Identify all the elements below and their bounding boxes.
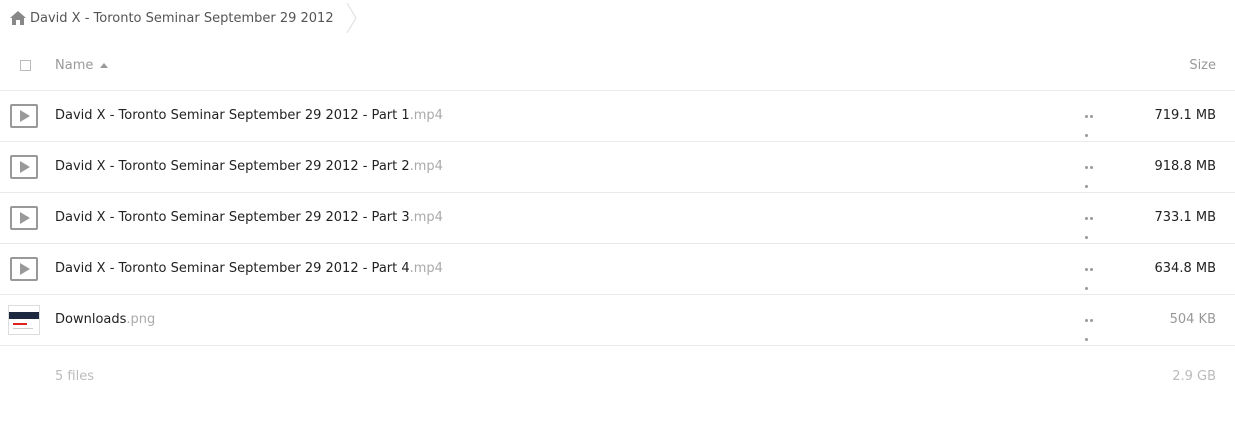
file-row[interactable]: David X - Toronto Seminar September 29 2… [0, 91, 1235, 142]
more-actions-icon[interactable] [1085, 217, 1099, 239]
sort-ascending-icon[interactable] [100, 63, 108, 68]
file-count-summary: 5 files [55, 369, 94, 384]
video-play-icon[interactable] [10, 155, 38, 179]
breadcrumb-current-folder[interactable]: David X - Toronto Seminar September 29 2… [30, 11, 334, 26]
file-size: 918.8 MB [1154, 159, 1216, 174]
file-name[interactable]: David X - Toronto Seminar September 29 2… [55, 159, 443, 174]
more-actions-icon[interactable] [1085, 319, 1099, 341]
size-column-header[interactable]: Size [1189, 58, 1216, 73]
file-row[interactable]: David X - Toronto Seminar September 29 2… [0, 142, 1235, 193]
file-size: 504 KB [1169, 312, 1216, 327]
breadcrumb-separator-icon [346, 3, 357, 33]
file-row[interactable]: David X - Toronto Seminar September 29 2… [0, 244, 1235, 295]
video-play-icon[interactable] [10, 206, 38, 230]
file-size: 634.8 MB [1154, 261, 1216, 276]
home-icon[interactable] [10, 11, 26, 25]
name-column-header[interactable]: Name [55, 58, 93, 73]
image-thumbnail[interactable] [8, 305, 40, 335]
file-name[interactable]: David X - Toronto Seminar September 29 2… [55, 261, 443, 276]
video-play-icon[interactable] [10, 104, 38, 128]
video-play-icon[interactable] [10, 257, 38, 281]
more-actions-icon[interactable] [1085, 268, 1099, 290]
more-actions-icon[interactable] [1085, 115, 1099, 137]
file-name[interactable]: David X - Toronto Seminar September 29 2… [55, 210, 443, 225]
breadcrumb: David X - Toronto Seminar September 29 2… [10, 0, 358, 36]
file-row[interactable]: Downloads.png 504 KB [0, 295, 1235, 346]
select-all-checkbox[interactable] [20, 60, 31, 71]
file-name[interactable]: David X - Toronto Seminar September 29 2… [55, 108, 443, 123]
file-size: 733.1 MB [1154, 210, 1216, 225]
more-actions-icon[interactable] [1085, 166, 1099, 188]
file-list-header: Name Size [0, 42, 1235, 91]
file-name[interactable]: Downloads.png [55, 312, 155, 327]
file-size: 719.1 MB [1154, 108, 1216, 123]
file-row[interactable]: David X - Toronto Seminar September 29 2… [0, 193, 1235, 244]
total-size-summary: 2.9 GB [1172, 369, 1216, 384]
